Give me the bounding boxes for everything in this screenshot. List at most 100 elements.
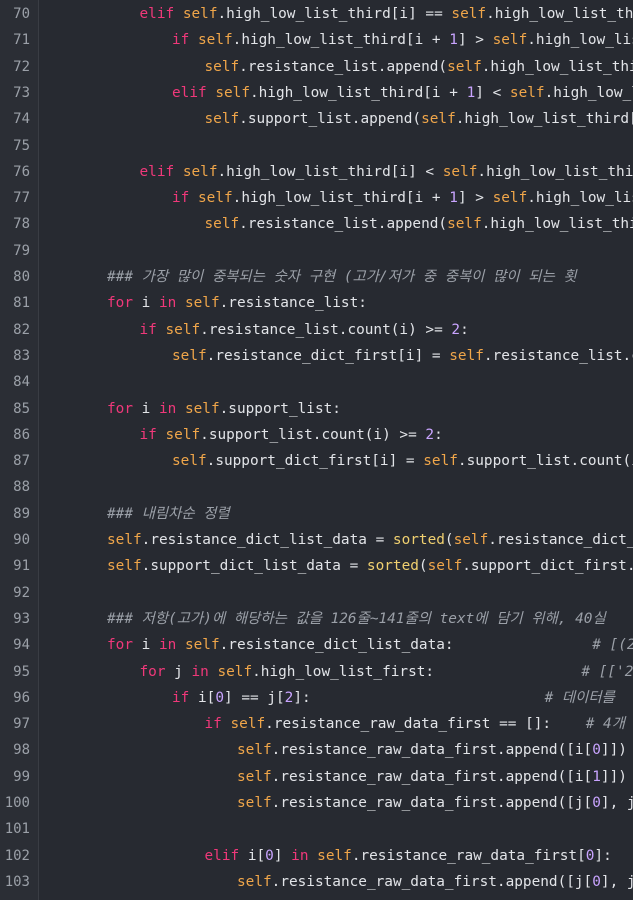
code-line[interactable]: 75 — [0, 133, 633, 159]
code-token: self — [198, 190, 233, 207]
code-token: 1 — [449, 32, 458, 49]
code-token: if — [172, 190, 198, 207]
line-number: 78 — [13, 216, 30, 233]
code-token: .high_low_list_third[i — [486, 6, 633, 22]
code-token: in — [291, 847, 318, 864]
line-number: 98 — [13, 742, 30, 759]
code-line[interactable]: 96 if i[0] == j[2]: # 데이터를 — [0, 685, 633, 711]
code-token: self — [184, 400, 220, 417]
code-line[interactable]: 80 ### 가장 많이 중복되는 숫자 구현 (고가/저가 중 중복이 많이 되… — [0, 264, 633, 290]
code-line[interactable]: 103 self.resistance_raw_data_first.append… — [0, 869, 633, 895]
code-line[interactable]: 100 self.resistance_raw_data_first.append… — [0, 790, 633, 816]
code-line[interactable]: 95 for j in self.high_low_list_first: # [… — [0, 659, 633, 685]
code-token: self — [423, 453, 458, 470]
code-token: .high_low_list_th — [527, 190, 633, 207]
code-line[interactable]: 88 — [0, 474, 633, 500]
code-token: # 데이터를 — [544, 689, 615, 706]
code-line[interactable]: 77 if self.high_low_list_third[i + 1] > s… — [0, 185, 633, 211]
code-token: in — [191, 663, 218, 680]
line-number: 102 — [4, 847, 30, 864]
code-line[interactable]: 84 — [0, 369, 633, 395]
line-number: 87 — [13, 453, 30, 470]
line-number: 95 — [13, 663, 30, 680]
code-token: self — [182, 6, 218, 22]
code-line[interactable]: 73 elif self.high_low_list_third[i + 1] <… — [0, 80, 633, 106]
code-token: .high_low_list_third[i + — [455, 111, 633, 128]
code-line[interactable]: 93 ### 저항(고가)에 해당하는 값을 126줄~141줄의 text에 담… — [0, 606, 633, 632]
code-line[interactable]: 91 self.support_dict_list_data = sorted(s… — [0, 553, 633, 579]
code-line[interactable]: 87 self.support_dict_first[i] = self.supp… — [0, 448, 633, 474]
code-token: .resistance_dict_list_data = — [141, 532, 393, 548]
code-token: self — [421, 111, 456, 128]
code-token: self — [165, 321, 201, 338]
code-line[interactable]: 71 if self.high_low_list_third[i + 1] > s… — [0, 27, 633, 53]
code-token: .support_list: — [219, 400, 341, 417]
code-token: .resistance_raw_data_first[ — [351, 847, 586, 864]
code-token: elif — [204, 847, 248, 864]
code-token: 2 — [425, 426, 435, 443]
line-number: 84 — [13, 374, 30, 391]
code-token: self — [184, 295, 220, 312]
code-text: self.support_list.append(self.high_low_l… — [205, 106, 633, 132]
code-token: self — [451, 6, 487, 22]
line-number: 71 — [13, 32, 30, 49]
code-token: .resistance_raw_data_first.append([i[ — [271, 742, 593, 759]
code-line[interactable]: 85 for i in self.support_list: — [0, 396, 633, 422]
code-token: self — [237, 795, 272, 811]
code-line[interactable]: 78 self.resistance_list.append(self.high_… — [0, 211, 633, 237]
code-token: self — [492, 32, 528, 49]
code-token: self — [317, 847, 352, 864]
line-number: 77 — [13, 190, 30, 207]
code-line[interactable]: 102 elif i[0] in self.resistance_raw_data… — [0, 843, 633, 869]
code-line[interactable]: 90 self.resistance_dict_list_data = sorte… — [0, 527, 633, 553]
code-token: ] > — [457, 190, 493, 207]
code-text: if i[0] == j[2]: # 데이터를 — [172, 685, 615, 711]
code-line[interactable]: 92 — [0, 580, 633, 606]
code-token: ( — [444, 532, 454, 548]
code-line[interactable]: 72 self.resistance_list.append(self.high_… — [0, 54, 633, 80]
code-line[interactable]: 82 if self.resistance_list.count(i) >= 2: — [0, 317, 633, 343]
code-line[interactable]: 74 self.support_list.append(self.high_low… — [0, 106, 633, 132]
code-line[interactable]: 101 — [0, 816, 633, 842]
code-text: elif self.high_low_list_third[i] == self… — [140, 1, 633, 27]
code-text: if self.high_low_list_third[i + 1] > sel… — [172, 27, 633, 53]
code-line[interactable]: 83 self.resistance_dict_first[i] = self.r… — [0, 343, 633, 369]
code-line[interactable]: 70 elif self.high_low_list_third[i] == se… — [0, 1, 633, 27]
code-token: self — [447, 58, 482, 75]
code-text: elif self.high_low_list_third[i] < self.… — [140, 159, 633, 185]
line-number: 93 — [13, 610, 30, 627]
code-text: self.support_dict_first[i] = self.suppor… — [172, 448, 633, 474]
code-token: ], j[ — [600, 795, 633, 811]
line-number: 73 — [13, 84, 30, 101]
line-number: 90 — [13, 532, 30, 548]
code-text: self.support_dict_list_data = sorted(sel… — [107, 553, 633, 579]
code-token: 0 — [592, 873, 601, 890]
code-line[interactable]: 81 for i in self.resistance_list: — [0, 290, 633, 316]
code-token: i — [141, 295, 159, 312]
code-token: in — [158, 400, 185, 417]
code-token: ( — [418, 558, 428, 575]
code-token: .high_low_list_first: — [252, 663, 582, 680]
code-token: in — [158, 637, 185, 654]
code-line[interactable]: 86 if self.support_list.count(i) >= 2: — [0, 422, 633, 448]
code-token: self — [204, 111, 240, 128]
code-token: self — [237, 873, 272, 890]
code-line[interactable]: 89 ### 내림차순 정렬 — [0, 501, 633, 527]
code-text: self.resistance_raw_data_first.append([j… — [237, 869, 633, 895]
line-number: 92 — [13, 584, 30, 601]
code-token: .high_low_list_third[i — [481, 216, 633, 233]
code-token: # 4개 요소 — [585, 716, 625, 733]
code-token: .resistance_raw_data_first.append([j[ — [271, 795, 593, 811]
code-line[interactable]: 79 — [0, 238, 633, 264]
code-line[interactable]: 97 if self.resistance_raw_data_first == [… — [0, 711, 633, 737]
code-token: self — [182, 163, 218, 180]
line-number: 89 — [13, 505, 30, 522]
code-editor[interactable]: 70 elif self.high_low_list_third[i] == se… — [0, 0, 633, 900]
code-line[interactable]: 99 self.resistance_raw_data_first.append(… — [0, 764, 633, 790]
code-token: .resistance_raw_data_first.append([j[ — [271, 873, 593, 890]
code-token: self — [198, 32, 233, 49]
code-line[interactable]: 94 for i in self.resistance_dict_list_dat… — [0, 632, 633, 658]
code-line[interactable]: 98 self.resistance_raw_data_first.append(… — [0, 737, 633, 763]
line-number: 96 — [13, 689, 30, 706]
code-line[interactable]: 76 elif self.high_low_list_third[i] < sel… — [0, 159, 633, 185]
